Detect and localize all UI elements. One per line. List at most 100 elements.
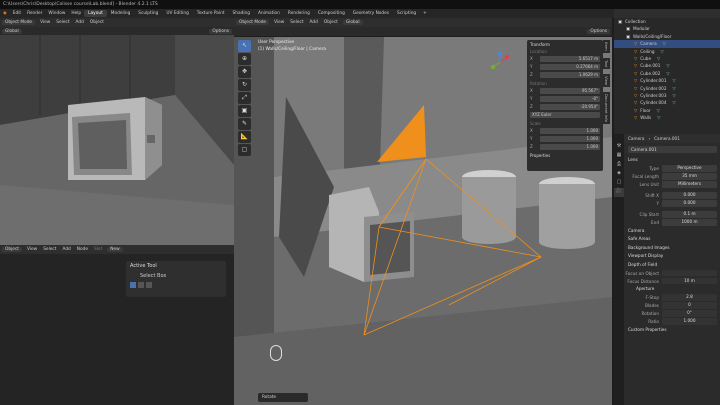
outliner-item[interactable]: ▽ Floor ▽: [614, 107, 720, 114]
sidebar-tab-view[interactable]: View: [603, 74, 610, 88]
workspace-tab-shading[interactable]: Shading: [229, 10, 254, 17]
left-menu-object[interactable]: Object: [87, 20, 107, 25]
node-menu-select[interactable]: Select: [40, 247, 59, 252]
outliner-item[interactable]: ▽ Camera ▽: [614, 40, 720, 48]
rotation-mode-dropdown[interactable]: XYZ Euler: [530, 111, 600, 118]
main-menu-view[interactable]: View: [271, 20, 287, 25]
focus-object-field[interactable]: [662, 269, 717, 277]
custom-properties-section-header[interactable]: Custom Properties: [614, 326, 720, 335]
rotation-z-field[interactable]: -20.954°: [540, 103, 600, 110]
rotate-tool-icon[interactable]: ↻: [238, 79, 251, 91]
lens-unit-dropdown[interactable]: Millimeters: [662, 181, 717, 188]
main-options-dropdown[interactable]: Options: [587, 29, 610, 34]
viewport-display-section-header[interactable]: Viewport Display: [614, 252, 720, 261]
clip-end-field[interactable]: 1000 m: [662, 219, 717, 226]
add-workspace-icon[interactable]: +: [420, 11, 430, 16]
rotation-x-field[interactable]: 95.567°: [540, 87, 600, 94]
outliner-item[interactable]: ▽ Cube.002 ▽: [614, 70, 720, 77]
main-mode-dropdown[interactable]: Object Mode: [236, 20, 270, 25]
scale-y-field[interactable]: 1.000: [540, 135, 600, 142]
left-menu-select[interactable]: Select: [53, 20, 72, 25]
ratio-field[interactable]: 1.000: [662, 318, 717, 325]
render-tab-icon[interactable]: ▦: [614, 152, 624, 161]
node-menu-add[interactable]: Add: [59, 247, 73, 252]
workspace-tab-animation[interactable]: Animation: [254, 10, 284, 17]
scale-tool-icon[interactable]: ⤢: [238, 92, 251, 104]
shader-node-editor[interactable]: Object View Select Add Node Slot New Act…: [0, 245, 234, 405]
outliner-item[interactable]: ▽ Cylinder.004 ▽: [614, 99, 720, 106]
cursor-tool-icon[interactable]: ⊕: [238, 53, 251, 65]
workspace-tab-sculpting[interactable]: Sculpting: [134, 10, 162, 17]
node-object-dropdown[interactable]: Object: [2, 247, 22, 252]
left-menu-add[interactable]: Add: [73, 20, 87, 25]
outliner-item[interactable]: ▽ Ceiling ▽: [614, 48, 720, 55]
location-x-field[interactable]: 5.6517 m: [540, 55, 600, 62]
workspace-tab-scripting[interactable]: Scripting: [393, 10, 420, 17]
transform-orientation-dropdown[interactable]: Global: [2, 29, 22, 34]
select-subtract-icon[interactable]: [146, 282, 152, 288]
menu-help[interactable]: Help: [68, 11, 84, 16]
type-dropdown[interactable]: Perspective: [662, 165, 717, 172]
measure-tool-icon[interactable]: 📐: [238, 131, 251, 143]
camera-section-header[interactable]: Camera: [614, 227, 720, 236]
main-menu-object[interactable]: Object: [321, 20, 341, 25]
aperture-rotation-field[interactable]: 0°: [662, 310, 717, 317]
safe-areas-section-header[interactable]: Safe Areas: [614, 235, 720, 244]
active-tool-item[interactable]: Select Box: [126, 271, 226, 281]
outliner-item[interactable]: ▣ Collection: [614, 18, 720, 25]
background-images-section-header[interactable]: Background Images: [614, 244, 720, 253]
select-tool-icon[interactable]: ↖: [238, 40, 251, 52]
outliner-item[interactable]: ▽ Cylinder.002 ▽: [614, 85, 720, 92]
main-transform-dropdown[interactable]: Global: [342, 20, 363, 25]
outliner-item[interactable]: ▽ Cube.001 ▽: [614, 62, 720, 69]
left-mode-dropdown[interactable]: Object Mode: [2, 20, 36, 25]
workspace-tab-uv-editing[interactable]: UV Editing: [162, 10, 192, 17]
workspace-tab-modeling[interactable]: Modeling: [107, 10, 135, 17]
tool-tab-icon[interactable]: ⚒: [614, 143, 624, 152]
rotation-y-field[interactable]: -0°: [540, 95, 600, 102]
lens-section-header[interactable]: Lens: [614, 156, 720, 165]
properties-section-header[interactable]: Properties: [527, 151, 603, 158]
scene-tab-icon[interactable]: ◈: [614, 170, 624, 179]
location-z-field[interactable]: 1.0629 m: [540, 71, 600, 78]
focus-distance-field[interactable]: 10 m: [662, 277, 717, 285]
menu-edit[interactable]: Edit: [10, 11, 24, 16]
menu-window[interactable]: Window: [45, 11, 68, 16]
outliner-item[interactable]: ▣ Walls/Ceiling/Floor: [614, 33, 720, 40]
aperture-section-header[interactable]: Aperture: [614, 285, 720, 294]
clip-start-field[interactable]: 0.1 m: [662, 211, 717, 218]
main-menu-select[interactable]: Select: [287, 20, 306, 25]
scale-z-field[interactable]: 1.000: [540, 143, 600, 150]
transform-tool-icon[interactable]: ▣: [238, 105, 251, 117]
focal-length-field[interactable]: 35 mm: [662, 173, 717, 180]
left-options-dropdown[interactable]: Options: [209, 29, 232, 34]
fstop-field[interactable]: 2.8: [662, 294, 717, 301]
add-cube-tool-icon[interactable]: ▢: [238, 144, 251, 156]
outliner-item[interactable]: ▽ Cylinder.001 ▽: [614, 77, 720, 84]
outliner-item[interactable]: ▽ Cylinder.003 ▽: [614, 92, 720, 99]
shift-x-field[interactable]: 0.000: [662, 192, 717, 199]
location-y-field[interactable]: 0.27664 m: [540, 63, 600, 70]
workspace-tab-layout[interactable]: Layout: [84, 10, 107, 17]
menu-render[interactable]: Render: [24, 11, 45, 16]
navigation-gizmo[interactable]: [489, 51, 511, 73]
scale-x-field[interactable]: 1.000: [540, 127, 600, 134]
node-menu-node[interactable]: Node: [74, 247, 91, 252]
camera-data-tab-icon[interactable]: 🎥: [614, 188, 624, 197]
node-menu-view[interactable]: View: [24, 247, 40, 252]
depth-of-field-section-header[interactable]: Depth of Field: [614, 261, 720, 270]
transform-section-header[interactable]: Transform: [527, 40, 603, 47]
outliner-item[interactable]: ▣ Modular: [614, 25, 720, 32]
object-tab-icon[interactable]: ▢: [614, 179, 624, 188]
left-3d-viewport[interactable]: [0, 35, 234, 245]
output-tab-icon[interactable]: ⎙: [614, 161, 624, 170]
node-new-button[interactable]: New: [107, 247, 123, 252]
shift-y-field[interactable]: 0.000: [662, 200, 717, 207]
annotate-tool-icon[interactable]: ✎: [238, 118, 251, 130]
select-new-icon[interactable]: [130, 282, 136, 288]
sidebar-tab-tool[interactable]: Tool: [603, 57, 610, 70]
main-menu-add[interactable]: Add: [307, 20, 321, 25]
sidebar-tab-item[interactable]: Item: [603, 40, 610, 53]
workspace-tab-geometry-nodes[interactable]: Geometry Nodes: [349, 10, 393, 17]
node-slot-dropdown[interactable]: Slot: [91, 247, 105, 252]
